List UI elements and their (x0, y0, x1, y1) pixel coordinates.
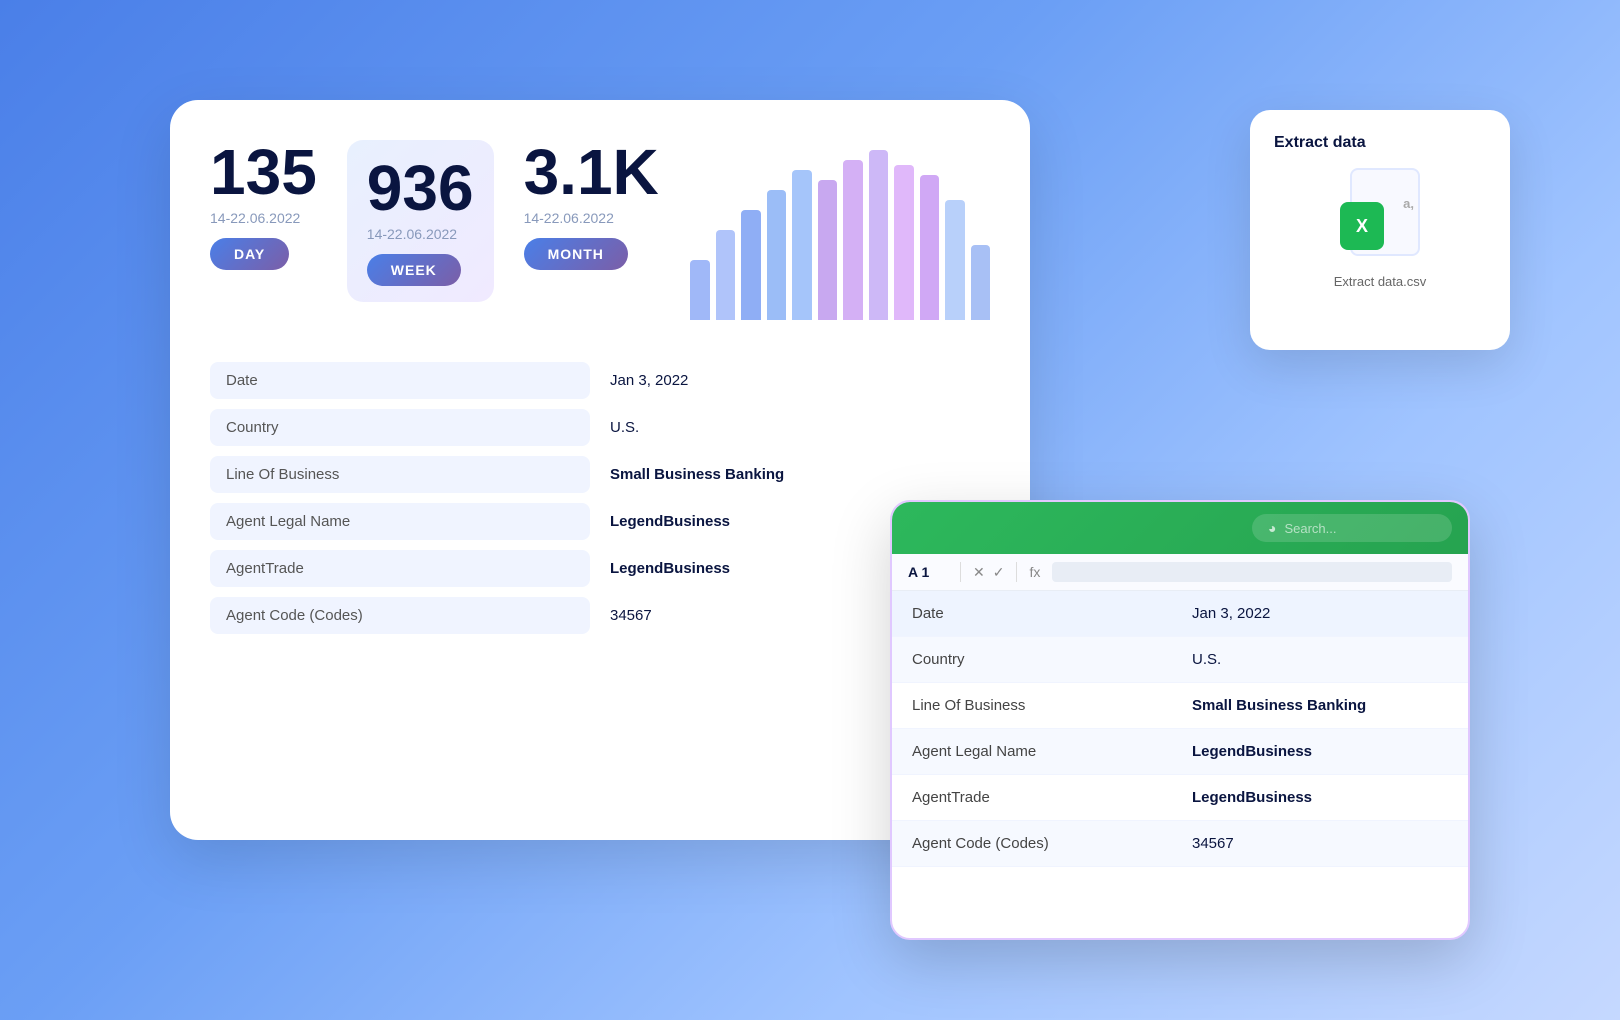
csv-label: a, (1403, 196, 1414, 211)
table-row: Agent Legal Name LegendBusiness (210, 503, 990, 540)
stat-date-day: 14-22.06.2022 (210, 210, 300, 226)
excel-icon: X (1340, 202, 1384, 250)
bar-3 (767, 190, 787, 320)
table-row: Line Of Business Small Business Banking (210, 456, 990, 493)
stat-item-week: 936 14-22.06.2022 WEEK (347, 140, 494, 302)
ss-value-1: U.S. (1172, 637, 1241, 682)
data-value-5: 34567 (610, 607, 652, 624)
list-item: AgentTrade LegendBusiness (892, 775, 1468, 821)
stat-value-day: 135 (210, 140, 317, 204)
data-label-4: AgentTrade (210, 550, 590, 587)
ss-value-0: Jan 3, 2022 (1172, 591, 1290, 636)
data-value-2: Small Business Banking (610, 466, 784, 483)
bar-6 (843, 160, 863, 320)
close-icon: ✕ (973, 564, 985, 581)
data-label-5: Agent Code (Codes) (210, 597, 590, 634)
stat-btn-day[interactable]: DAY (210, 238, 289, 270)
bar-11 (971, 245, 991, 320)
ss-value-5: 34567 (1172, 821, 1254, 866)
ss-value-4: LegendBusiness (1172, 775, 1332, 820)
data-value-3: LegendBusiness (610, 513, 730, 530)
stat-date-week: 14-22.06.2022 (367, 226, 457, 242)
data-label-2: Line Of Business (210, 456, 590, 493)
data-value-0: Jan 3, 2022 (610, 372, 688, 389)
search-icon: ◕ (1268, 520, 1276, 536)
list-item: Line Of Business Small Business Banking (892, 683, 1468, 729)
divider-1 (960, 562, 961, 582)
extract-card-title: Extract data (1274, 134, 1366, 152)
ss-value-3: LegendBusiness (1172, 729, 1332, 774)
list-item: Country U.S. (892, 637, 1468, 683)
bar-2 (741, 210, 761, 320)
bar-1 (716, 230, 736, 320)
ss-label-3: Agent Legal Name (892, 729, 1172, 774)
list-item: Date Jan 3, 2022 (892, 591, 1468, 637)
spreadsheet-search[interactable]: ◕ Search... (1252, 514, 1452, 542)
table-row: Date Jan 3, 2022 (210, 362, 990, 399)
stat-item-month: 3.1K 14-22.06.2022 MONTH (524, 140, 659, 270)
ss-label-5: Agent Code (Codes) (892, 821, 1172, 866)
stat-value-week: 936 (367, 156, 474, 220)
data-value-1: U.S. (610, 419, 639, 436)
ss-label-4: AgentTrade (892, 775, 1172, 820)
ss-label-0: Date (892, 591, 1172, 636)
data-label-0: Date (210, 362, 590, 399)
stat-item-day: 135 14-22.06.2022 DAY (210, 140, 317, 270)
data-value-4: LegendBusiness (610, 560, 730, 577)
bar-8 (894, 165, 914, 320)
search-placeholder: Search... (1284, 521, 1336, 536)
stat-value-month: 3.1K (524, 140, 659, 204)
extract-filename: Extract data.csv (1334, 274, 1426, 289)
cell-reference: A 1 (908, 564, 948, 580)
formula-bar: A 1 ✕ ✓ fx (892, 554, 1468, 591)
list-item: Agent Code (Codes) 34567 (892, 821, 1468, 867)
divider-2 (1016, 562, 1017, 582)
bar-5 (818, 180, 838, 320)
bar-7 (869, 150, 889, 320)
stat-date-month: 14-22.06.2022 (524, 210, 614, 226)
bar-chart (690, 140, 990, 340)
table-row: AgentTrade LegendBusiness (210, 550, 990, 587)
list-item: Agent Legal Name LegendBusiness (892, 729, 1468, 775)
file-icon: X a, (1340, 168, 1420, 258)
stat-btn-week[interactable]: WEEK (367, 254, 461, 286)
bar-0 (690, 260, 710, 320)
table-row: Country U.S. (210, 409, 990, 446)
bar-4 (792, 170, 812, 320)
spreadsheet-header: ◕ Search... (892, 502, 1468, 554)
fx-label: fx (1029, 564, 1040, 580)
formula-icons: ✕ ✓ (973, 564, 1004, 581)
bar-9 (920, 175, 940, 320)
ss-value-2: Small Business Banking (1172, 683, 1386, 728)
ss-label-2: Line Of Business (892, 683, 1172, 728)
table-row: Agent Code (Codes) 34567 (210, 597, 990, 634)
check-icon: ✓ (993, 564, 1005, 581)
stat-btn-month[interactable]: MONTH (524, 238, 628, 270)
formula-input[interactable] (1052, 562, 1452, 582)
data-label-3: Agent Legal Name (210, 503, 590, 540)
spreadsheet-card: ◕ Search... A 1 ✕ ✓ fx Date Jan 3, 2022 … (890, 500, 1470, 940)
data-label-1: Country (210, 409, 590, 446)
extract-data-card: Extract data X a, Extract data.csv (1250, 110, 1510, 350)
bar-10 (945, 200, 965, 320)
ss-label-1: Country (892, 637, 1172, 682)
spreadsheet-body: Date Jan 3, 2022 Country U.S. Line Of Bu… (892, 591, 1468, 867)
